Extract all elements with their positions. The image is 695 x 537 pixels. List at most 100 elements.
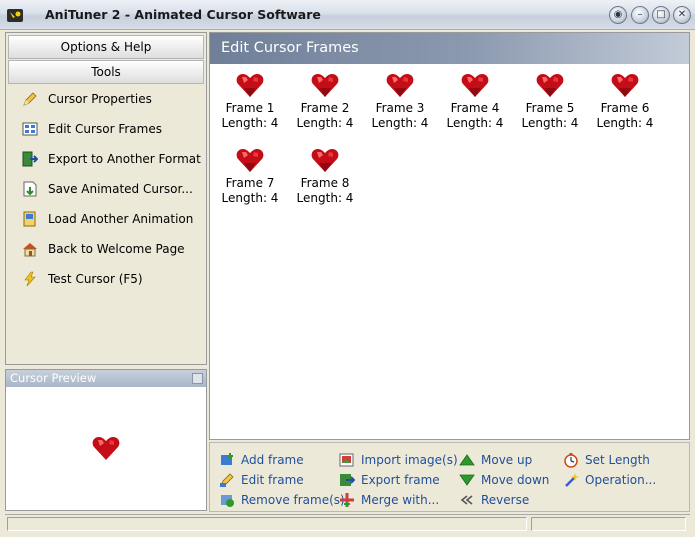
sidebar-item-cursor-properties[interactable]: Cursor Properties: [22, 89, 152, 109]
heart-icon: [461, 74, 489, 97]
sidebar-item-save-cursor[interactable]: Save Animated Cursor...: [22, 179, 193, 199]
frame-thumbnail: [215, 144, 285, 176]
edit-frame-button[interactable]: Edit frame: [219, 471, 304, 489]
frame-length: Length: 4: [596, 116, 654, 130]
frame-length: Length: 4: [221, 116, 279, 130]
collapse-panel-button[interactable]: [192, 373, 203, 384]
frame-name: Frame 3: [375, 101, 425, 115]
frame-item[interactable]: Frame 7 Length: 4: [215, 144, 285, 206]
frame-item[interactable]: Frame 3 Length: 4: [365, 69, 435, 131]
add-frame-button[interactable]: Add frame: [219, 451, 304, 469]
frame-thumbnail: [590, 69, 660, 101]
frame-length: Length: 4: [371, 116, 429, 130]
minimize-button[interactable]: –: [631, 6, 649, 24]
heart-icon: [536, 74, 564, 97]
status-segment-main: [7, 517, 527, 531]
cursor-preview-heart-icon: [92, 437, 120, 460]
frame-length: Length: 4: [521, 116, 579, 130]
frame-name: Frame 1: [225, 101, 275, 115]
set-length-button[interactable]: Set Length: [563, 451, 650, 469]
merge-with-label: Merge with...: [361, 493, 440, 507]
reverse-icon: [460, 495, 473, 505]
heart-icon: [236, 74, 264, 97]
operation-button[interactable]: Operation...: [563, 471, 656, 489]
sidebar-item-welcome-page[interactable]: Back to Welcome Page: [22, 239, 185, 259]
edit-frame-icon: [220, 473, 234, 487]
frames-panel: Edit Cursor Frames Frame 1 Length: 4 Frame…: [209, 32, 690, 440]
close-button[interactable]: ✕: [673, 6, 691, 24]
frame-item[interactable]: Frame 4 Length: 4: [440, 69, 510, 131]
frame-item[interactable]: Frame 6 Length: 4: [590, 69, 660, 131]
sidebar-item-test-cursor[interactable]: Test Cursor (F5): [22, 269, 143, 289]
lightning-icon: [24, 271, 36, 287]
frame-length: Length: 4: [446, 116, 504, 130]
frame-item[interactable]: Frame 2 Length: 4: [290, 69, 360, 131]
heart-icon: [386, 74, 414, 97]
cursor-preview-header: Cursor Preview: [6, 370, 206, 387]
save-icon: [23, 181, 37, 197]
import-images-button[interactable]: Import image(s): [339, 451, 458, 469]
frame-name: Frame 5: [525, 101, 575, 115]
sidebar-item-label: Export to Another Format: [48, 152, 201, 166]
import-images-label: Import image(s): [361, 453, 458, 467]
frame-name: Frame 7: [225, 176, 275, 190]
arrow-up-icon: [459, 454, 475, 466]
frame-name: Frame 4: [450, 101, 500, 115]
move-up-button[interactable]: Move up: [459, 451, 532, 469]
sidebar-item-label: Back to Welcome Page: [48, 242, 185, 256]
sidebar-item-label: Cursor Properties: [48, 92, 152, 106]
title-bar: AniTuner 2 - Animated Cursor Software ◉ …: [0, 0, 695, 30]
export-frame-icon: [340, 474, 355, 486]
frame-name: Frame 2: [300, 101, 350, 115]
export-icon: [22, 151, 38, 167]
frame-thumbnail: [440, 69, 510, 101]
sidebar-item-label: Edit Cursor Frames: [48, 122, 162, 136]
export-frame-button[interactable]: Export frame: [339, 471, 440, 489]
operation-label: Operation...: [585, 473, 657, 487]
help-icon: ◉: [613, 9, 623, 20]
merge-with-button[interactable]: Merge with...: [339, 491, 439, 509]
set-length-label: Set Length: [585, 453, 650, 467]
heart-icon: [311, 74, 339, 97]
sidebar-item-edit-cursor-frames[interactable]: Edit Cursor Frames: [22, 119, 162, 139]
minimize-icon: –: [637, 9, 643, 20]
help-button[interactable]: ◉: [609, 6, 627, 24]
sidebar-item-label: Load Another Animation: [48, 212, 194, 226]
remove-frames-button[interactable]: Remove frame(s): [219, 491, 345, 509]
sidebar-item-label: Save Animated Cursor...: [48, 182, 193, 196]
page-title: Edit Cursor Frames: [210, 33, 689, 64]
pencil-icon: [23, 92, 37, 106]
frame-thumbnail: [515, 69, 585, 101]
frame-length: Length: 4: [296, 191, 354, 205]
app-icon: [7, 9, 23, 22]
frame-item[interactable]: Frame 5 Length: 4: [515, 69, 585, 131]
frame-length: Length: 4: [296, 116, 354, 130]
load-icon: [23, 211, 36, 227]
stopwatch-icon: [564, 453, 578, 468]
frame-thumbnail: [365, 69, 435, 101]
frame-item[interactable]: Frame 1 Length: 4: [215, 69, 285, 131]
frame-item[interactable]: Frame 8 Length: 4: [290, 144, 360, 206]
tab-options-help[interactable]: Options & Help: [8, 35, 204, 59]
close-icon: ✕: [677, 9, 687, 20]
reverse-button[interactable]: Reverse: [459, 491, 529, 509]
move-up-label: Move up: [481, 453, 533, 467]
cursor-preview-panel: Cursor Preview: [5, 369, 207, 511]
sidebar-item-load-animation[interactable]: Load Another Animation: [22, 209, 193, 229]
move-down-label: Move down: [481, 473, 550, 487]
frame-actions-bar: Add frame Edit frame Remove frame(s) Imp…: [209, 442, 690, 512]
maximize-icon: □: [656, 9, 666, 20]
frame-name: Frame 8: [300, 176, 350, 190]
sidebar-item-label: Test Cursor (F5): [48, 272, 143, 286]
reverse-label: Reverse: [481, 493, 530, 507]
remove-frame-label: Remove frame(s): [241, 493, 345, 507]
sidebar-item-export-format[interactable]: Export to Another Format: [22, 149, 201, 169]
status-bar: [5, 514, 690, 532]
add-frame-label: Add frame: [241, 453, 304, 467]
export-frame-label: Export frame: [361, 473, 440, 487]
maximize-button[interactable]: □: [652, 6, 670, 24]
tab-tools[interactable]: Tools: [8, 60, 204, 84]
move-down-button[interactable]: Move down: [459, 471, 549, 489]
frame-thumbnail: [290, 69, 360, 101]
add-frame-icon: [221, 453, 233, 465]
